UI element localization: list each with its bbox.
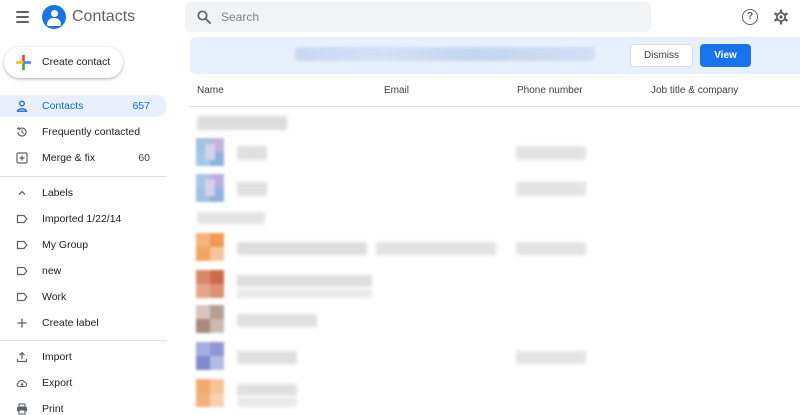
- sidebar-item-label-new[interactable]: new: [0, 260, 167, 282]
- contact-name-redacted: [237, 351, 297, 364]
- avatar: [196, 270, 224, 298]
- contact-email-redacted: [376, 242, 496, 255]
- sidebar-item-label: Export: [42, 377, 73, 389]
- table-row[interactable]: [190, 233, 800, 267]
- labels-header[interactable]: Labels: [0, 182, 167, 204]
- contact-detail-redacted: [237, 397, 297, 407]
- contact-name-redacted: [237, 314, 317, 327]
- notification-banner: Dismiss View: [190, 37, 800, 74]
- table-row[interactable]: [190, 138, 800, 172]
- cloud-download-icon: [16, 379, 28, 388]
- contact-name-redacted: [237, 242, 367, 255]
- gear-icon[interactable]: [773, 9, 789, 25]
- top-bar: Contacts ?: [0, 0, 800, 34]
- table-row[interactable]: [190, 174, 800, 208]
- hamburger-menu-icon[interactable]: [12, 7, 34, 27]
- sidebar-item-label: My Group: [42, 239, 89, 251]
- table-row[interactable]: [190, 305, 800, 339]
- sidebar-item-label: Merge & fix: [42, 152, 96, 164]
- sidebar-item-merge-fix[interactable]: Merge & fix 60: [0, 147, 167, 169]
- search-icon[interactable]: [197, 10, 211, 24]
- sidebar-item-label-my-group[interactable]: My Group: [0, 234, 167, 256]
- banner-message-redacted: [295, 47, 595, 61]
- label-icon: [16, 266, 28, 276]
- sidebar-item-label-imported[interactable]: Imported 1/22/14: [0, 208, 167, 230]
- section-heading-redacted: [197, 116, 287, 130]
- chevron-up-icon: [18, 190, 26, 195]
- app-title: Contacts: [72, 8, 136, 25]
- sidebar-item-contacts[interactable]: Contacts 657: [0, 95, 167, 117]
- column-header-job-title[interactable]: Job title & company: [651, 85, 738, 96]
- search-bar[interactable]: [185, 2, 651, 32]
- label-icon: [16, 292, 28, 302]
- sidebar-item-label: Work: [42, 291, 67, 303]
- label-icon: [16, 214, 28, 224]
- avatar: [196, 174, 224, 202]
- merge-fix-icon: [16, 152, 28, 164]
- table-header-divider: [190, 106, 800, 107]
- contact-name-redacted: [237, 384, 297, 396]
- help-icon[interactable]: ?: [742, 9, 758, 25]
- contact-detail-redacted: [237, 288, 372, 298]
- sidebar-item-label: Print: [42, 403, 64, 415]
- sidebar-item-label-work[interactable]: Work: [0, 286, 167, 308]
- label-icon: [16, 240, 28, 250]
- create-label-button[interactable]: Create label: [0, 312, 167, 334]
- sidebar-item-import[interactable]: Import: [0, 346, 167, 368]
- plus-icon: [16, 55, 31, 70]
- sidebar-item-label: Import: [42, 351, 72, 363]
- avatar: [196, 379, 224, 407]
- upload-icon: [16, 351, 28, 363]
- dismiss-button[interactable]: Dismiss: [630, 44, 693, 67]
- avatar: [196, 342, 224, 370]
- table-row[interactable]: [190, 270, 800, 304]
- sidebar-item-label: Contacts: [42, 100, 84, 112]
- sidebar-item-label: new: [42, 265, 62, 277]
- avatar: [196, 305, 224, 333]
- history-icon: [16, 126, 27, 137]
- labels-header-text: Labels: [42, 187, 73, 199]
- contact-name-redacted: [237, 146, 267, 160]
- avatar: [196, 138, 224, 166]
- plus-icon: [17, 318, 27, 328]
- sidebar-divider: [0, 176, 167, 177]
- create-contact-button[interactable]: Create contact: [4, 47, 123, 78]
- sidebar-item-print[interactable]: Print: [0, 398, 167, 415]
- avatar: [196, 233, 224, 261]
- merge-fix-count: 60: [138, 152, 150, 164]
- person-icon: [16, 100, 28, 112]
- contact-name-redacted: [237, 182, 267, 196]
- section-heading-redacted: [197, 212, 265, 224]
- column-header-name[interactable]: Name: [197, 85, 224, 96]
- view-button[interactable]: View: [700, 44, 751, 67]
- contact-phone-redacted: [516, 182, 586, 196]
- column-header-email[interactable]: Email: [384, 85, 409, 96]
- contacts-count: 657: [132, 100, 150, 112]
- sidebar-item-label: Frequently contacted: [42, 126, 141, 138]
- create-contact-label: Create contact: [42, 56, 111, 68]
- create-label-text: Create label: [42, 317, 99, 329]
- contact-phone-redacted: [516, 242, 586, 255]
- sidebar-item-frequently-contacted[interactable]: Frequently contacted: [0, 121, 167, 143]
- contacts-logo-icon: [42, 5, 66, 29]
- sidebar-divider: [0, 340, 167, 341]
- contact-name-redacted: [237, 275, 372, 287]
- sidebar-item-export[interactable]: Export: [0, 372, 167, 394]
- contact-phone-redacted: [516, 146, 586, 160]
- printer-icon: [17, 403, 27, 415]
- table-row[interactable]: [190, 379, 800, 413]
- search-input[interactable]: [221, 7, 621, 27]
- column-header-phone[interactable]: Phone number: [517, 85, 583, 96]
- sidebar-item-label: Imported 1/22/14: [42, 213, 122, 225]
- contact-phone-redacted: [516, 351, 586, 364]
- table-row[interactable]: [190, 342, 800, 376]
